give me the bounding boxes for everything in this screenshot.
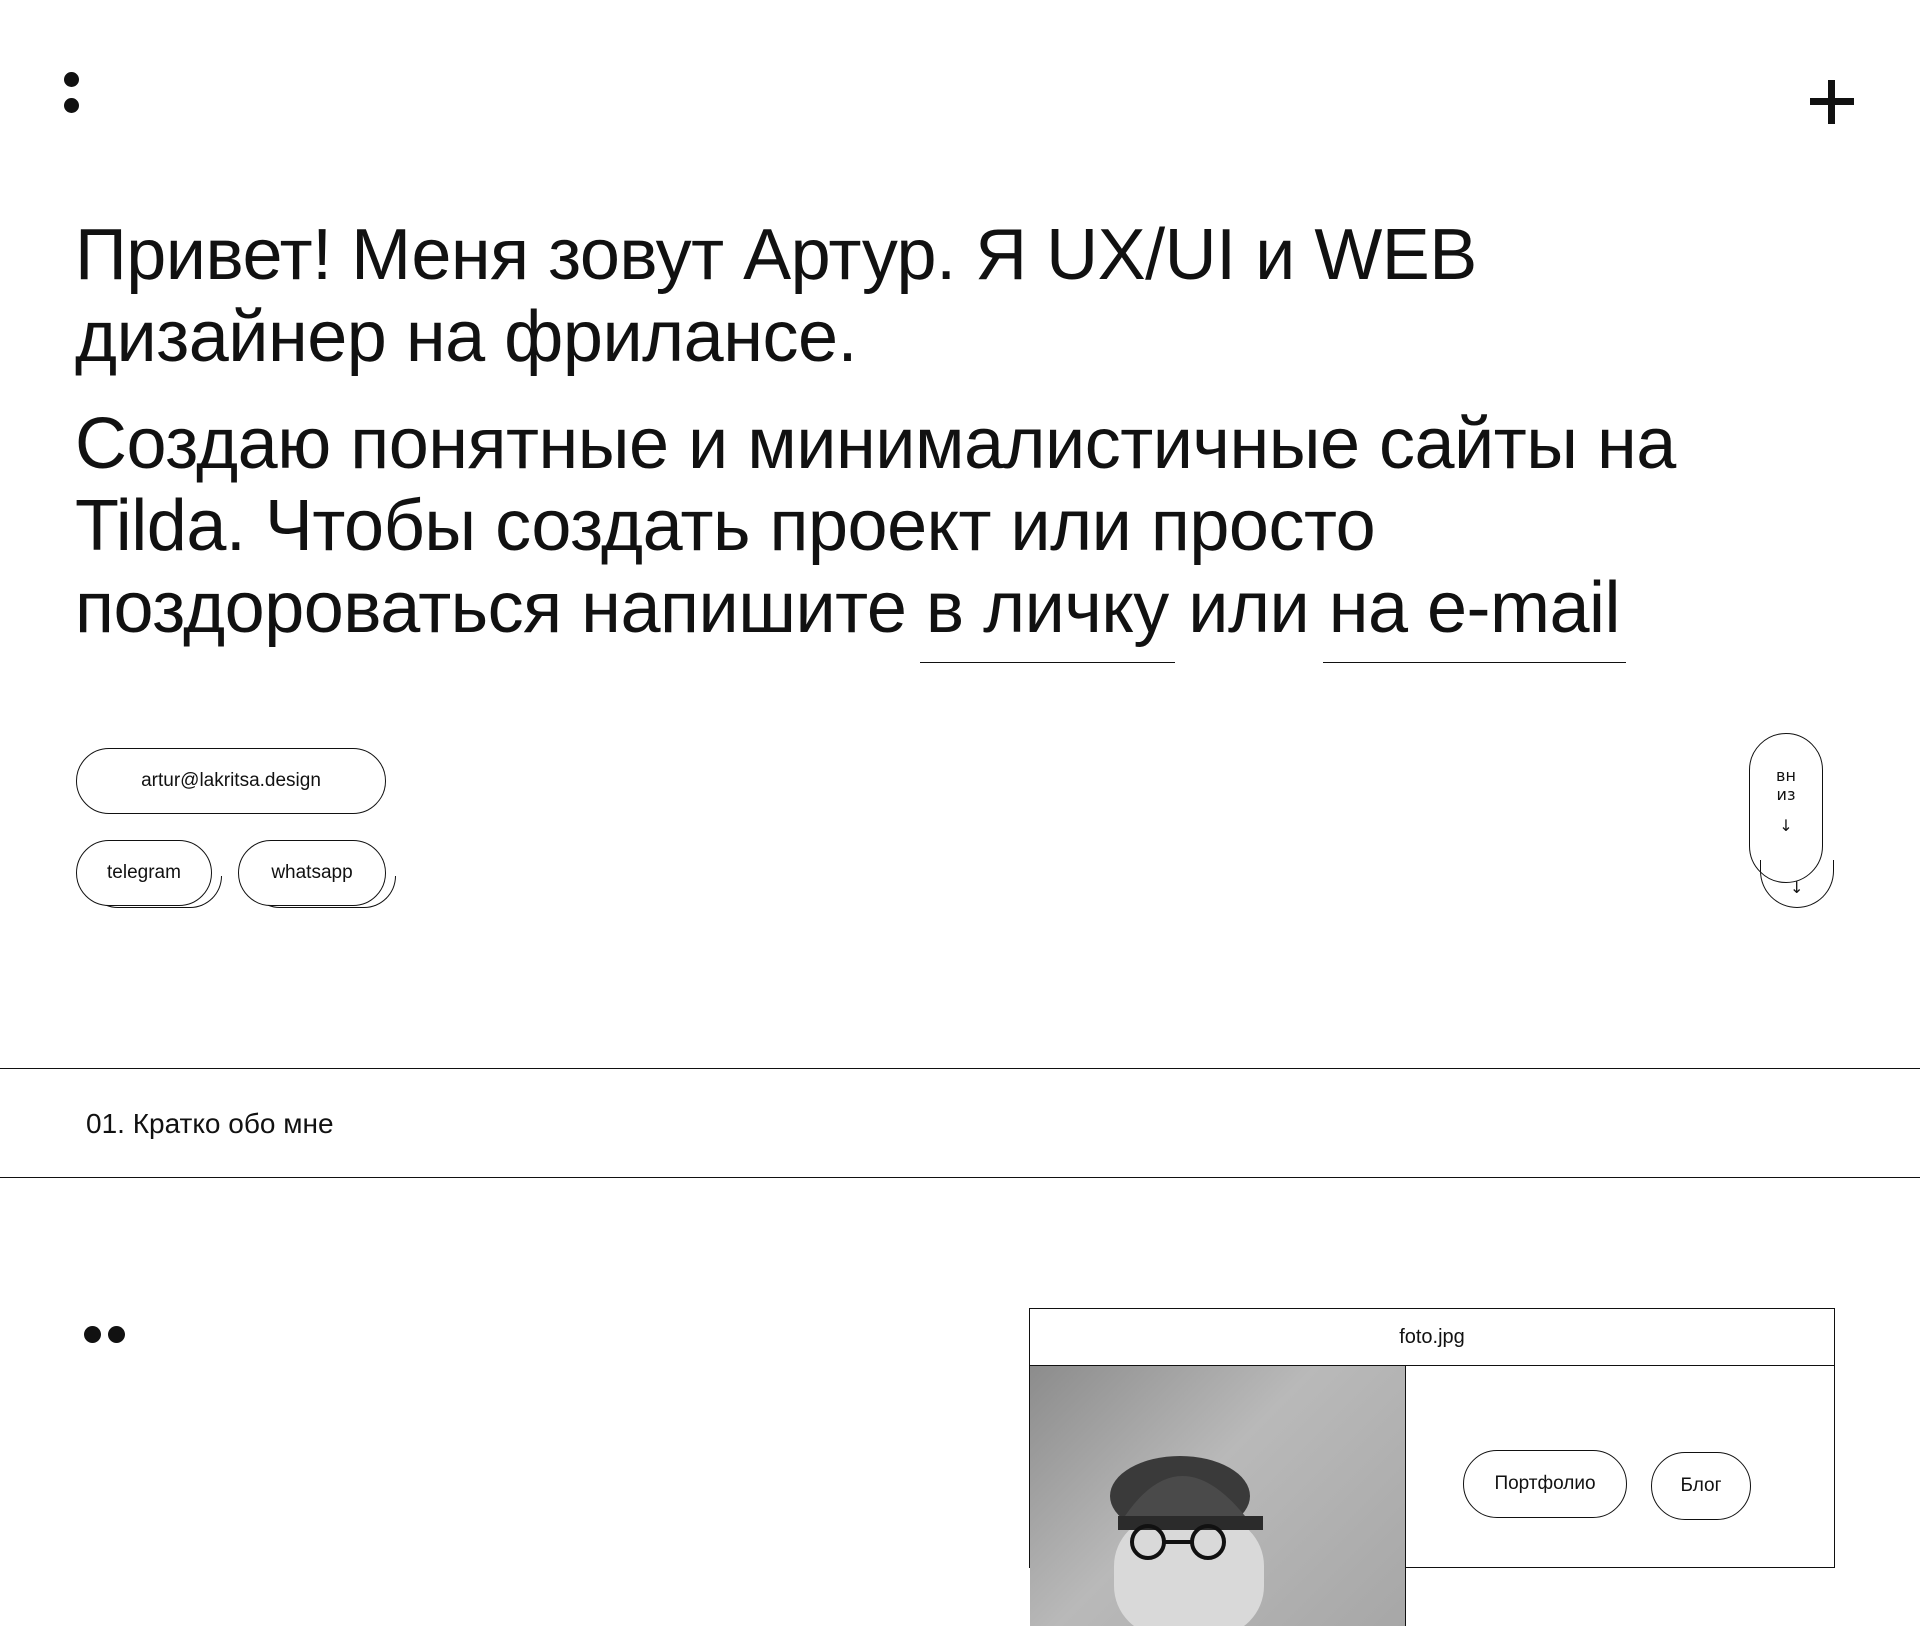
scroll-down-label: вниз <box>1776 766 1796 804</box>
hero-text: Привет! Меня зовут Артур. Я UX/UI и WEB … <box>75 214 1795 663</box>
arrow-down-icon: ↓ <box>1779 816 1793 835</box>
file-window-title: foto.jpg <box>1030 1309 1834 1366</box>
hero-intro: Привет! Меня зовут Артур. Я UX/UI и WEB … <box>75 215 1477 377</box>
nav-blog-button[interactable]: Блог <box>1651 1452 1751 1520</box>
scroll-down-button[interactable]: вниз ↓ <box>1749 733 1823 883</box>
whatsapp-button[interactable]: whatsapp <box>238 840 386 906</box>
email-button[interactable]: artur@lakritsa.design <box>76 748 386 814</box>
menu-dots-icon[interactable] <box>62 72 82 118</box>
dm-link[interactable]: в личку <box>919 567 1175 663</box>
arrow-down-icon-shadow: ↓ <box>1790 878 1804 897</box>
hero-description: Создаю понятные и минималистичные сайты … <box>75 404 1676 663</box>
telegram-button[interactable]: telegram <box>76 840 212 906</box>
file-window: foto.jpg Портфолио Блог <box>1029 1308 1835 1626</box>
portrait-illustration <box>1110 1456 1264 1626</box>
nav-portfolio-button[interactable]: Портфолио <box>1463 1450 1627 1518</box>
plus-icon[interactable] <box>1810 80 1854 124</box>
section-title: 01. Кратко обо мне <box>86 1108 334 1139</box>
profile-photo <box>1030 1366 1406 1626</box>
email-link[interactable]: на e-mail <box>1322 567 1627 663</box>
two-dots-icon <box>84 1326 128 1344</box>
